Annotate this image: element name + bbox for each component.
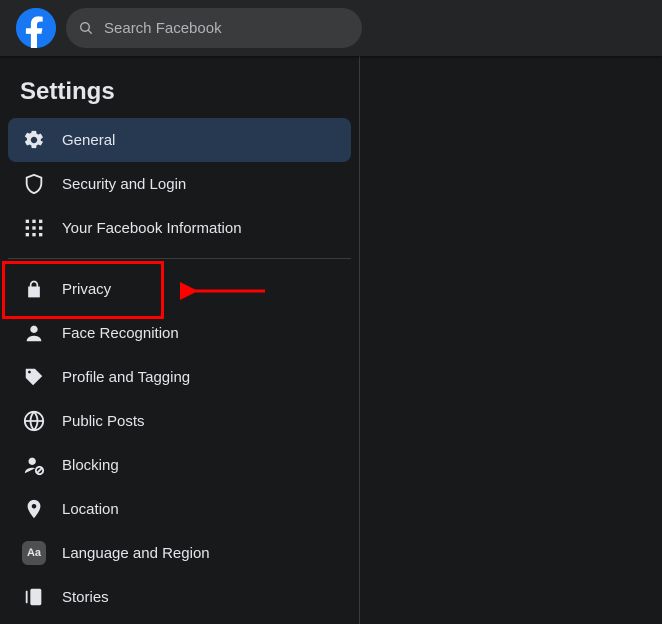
sidebar-item-label: Location: [62, 501, 119, 518]
sidebar-item-facebook-information[interactable]: Your Facebook Information: [8, 206, 351, 250]
facebook-logo[interactable]: [16, 8, 56, 48]
divider: [8, 258, 351, 259]
settings-nav-group-2: Privacy Face Recognition Profile an: [8, 267, 351, 619]
shield-icon: [16, 166, 52, 202]
sidebar-item-label: Security and Login: [62, 176, 186, 193]
location-icon: [16, 491, 52, 527]
sidebar-item-label: Language and Region: [62, 545, 210, 562]
top-bar: [0, 0, 662, 56]
sidebar-item-label: Stories: [62, 589, 109, 606]
settings-sidebar: Settings General Security and Login: [0, 56, 360, 624]
search-icon: [78, 20, 94, 36]
page-title: Settings: [8, 64, 351, 118]
sidebar-item-blocking[interactable]: Blocking: [8, 443, 351, 487]
sidebar-item-label: Privacy: [62, 281, 111, 298]
sidebar-item-general[interactable]: General: [8, 118, 351, 162]
lock-icon: [16, 271, 52, 307]
gear-icon: [16, 122, 52, 158]
sidebar-item-label: Profile and Tagging: [62, 369, 190, 386]
grid-icon: [16, 210, 52, 246]
sidebar-item-security-login[interactable]: Security and Login: [8, 162, 351, 206]
facebook-icon: [16, 8, 56, 48]
main-content: [360, 56, 662, 624]
sidebar-item-privacy[interactable]: Privacy: [8, 267, 351, 311]
sidebar-item-face-recognition[interactable]: Face Recognition: [8, 311, 351, 355]
sidebar-item-stories[interactable]: Stories: [8, 575, 351, 619]
sidebar-item-label: General: [62, 132, 115, 149]
block-icon: [16, 447, 52, 483]
sidebar-item-label: Public Posts: [62, 413, 145, 430]
search-bar[interactable]: [66, 8, 362, 48]
aa-badge: Aa: [22, 541, 46, 565]
sidebar-item-label: Your Facebook Information: [62, 220, 242, 237]
sidebar-item-label: Face Recognition: [62, 325, 179, 342]
sidebar-item-language-region[interactable]: Aa Language and Region: [8, 531, 351, 575]
face-icon: [16, 315, 52, 351]
stories-icon: [16, 579, 52, 615]
tag-icon: [16, 359, 52, 395]
search-input[interactable]: [102, 19, 350, 38]
language-icon: Aa: [16, 535, 52, 571]
sidebar-item-label: Blocking: [62, 457, 119, 474]
globe-icon: [16, 403, 52, 439]
settings-nav-group-1: General Security and Login: [8, 118, 351, 250]
sidebar-item-location[interactable]: Location: [8, 487, 351, 531]
sidebar-item-profile-tagging[interactable]: Profile and Tagging: [8, 355, 351, 399]
sidebar-item-public-posts[interactable]: Public Posts: [8, 399, 351, 443]
